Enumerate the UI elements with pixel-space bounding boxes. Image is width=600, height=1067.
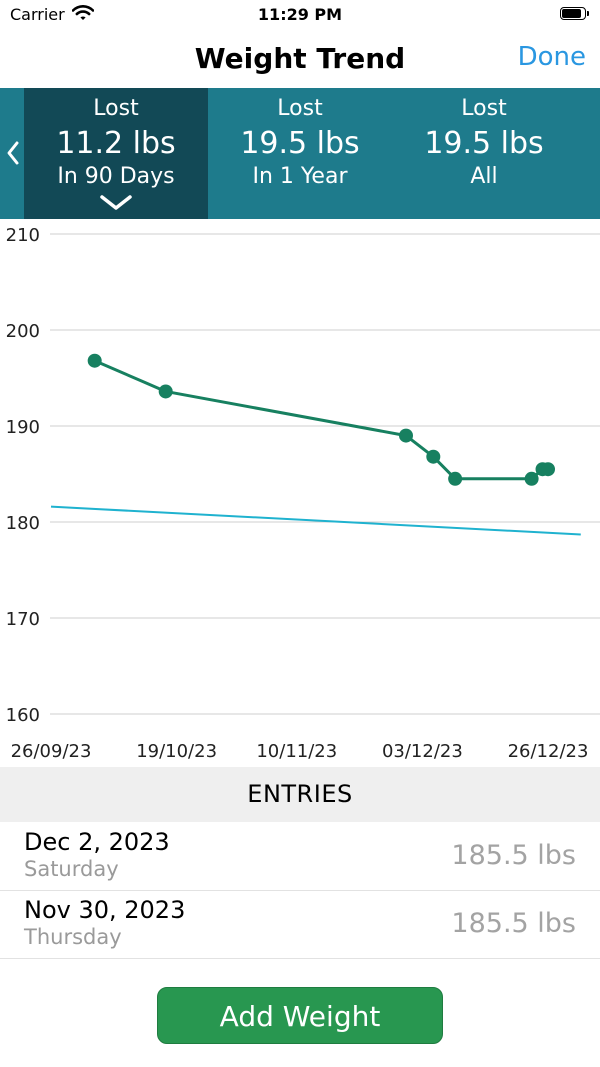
entries-header: ENTRIES (0, 767, 600, 822)
y-tick-label: 170 (6, 609, 40, 630)
weight-series-line (94, 359, 548, 481)
entry-date: Nov 30, 2023 (24, 896, 186, 924)
entry-weekday: Thursday (24, 925, 122, 949)
y-tick-label: 180 (6, 513, 40, 534)
period-value: 11.2 lbs (56, 126, 176, 161)
period-range: All (470, 164, 498, 189)
x-tick-label: 26/12/23 (508, 741, 589, 762)
trend-line (50, 505, 581, 536)
period-value: 19.5 lbs (424, 126, 544, 161)
weight-data-point (399, 428, 413, 443)
weight-data-point (158, 384, 173, 399)
done-button[interactable]: Done (518, 42, 586, 72)
chevron-left-icon (7, 141, 19, 165)
x-tick-label: 03/12/23 (382, 741, 463, 762)
chevron-down-icon (100, 195, 132, 210)
previous-period-button[interactable] (0, 88, 24, 219)
entry-weekday: Saturday (24, 857, 119, 881)
navigation-bar: Weight Trend Done (0, 32, 600, 88)
weight-data-point (448, 471, 463, 486)
battery-icon (560, 7, 590, 22)
period-value: 19.5 lbs (240, 126, 360, 161)
entry-weight: 185.5 lbs (451, 840, 576, 871)
entry-date: Dec 2, 2023 (24, 828, 170, 856)
period-all[interactable]: Lost 19.5 lbs All (392, 88, 576, 219)
page-title: Weight Trend (194, 42, 406, 75)
x-tick-label: 10/11/23 (256, 741, 337, 762)
status-bar: Carrier 11:29 PM (0, 0, 600, 32)
weight-data-point (426, 449, 441, 464)
weight-data-point (87, 353, 102, 368)
y-tick-label: 200 (6, 321, 40, 342)
entry-row[interactable]: Nov 30, 2023 Thursday 185.5 lbs (0, 890, 600, 959)
weight-chart-svg: 160 170 180 190 200 210 26/09/23 19/10/23 10/11/… (6, 225, 600, 762)
entry-row[interactable]: Dec 2, 2023 Saturday 185.5 lbs (0, 822, 600, 891)
period-caption: Lost (277, 96, 323, 121)
period-90-days[interactable]: Lost 11.2 lbs In 90 Days (24, 88, 208, 219)
period-caption: Lost (461, 96, 507, 121)
x-tick-label: 19/10/23 (136, 741, 217, 762)
weight-data-point (541, 462, 555, 477)
entry-weight: 185.5 lbs (451, 908, 576, 939)
y-tick-label: 190 (6, 417, 40, 438)
period-range: In 90 Days (57, 164, 175, 189)
y-tick-label: 210 (6, 225, 40, 246)
y-tick-label: 160 (6, 705, 40, 726)
weight-chart: 160 170 180 190 200 210 26/09/23 19/10/23 10/11/… (0, 219, 600, 767)
period-1-year[interactable]: Lost 19.5 lbs In 1 Year (208, 88, 392, 219)
x-tick-label: 26/09/23 (11, 741, 92, 762)
period-caption: Lost (93, 96, 139, 121)
period-summary-carousel: Lost 11.2 lbs In 90 Days Lost 19.5 lbs I… (0, 88, 600, 219)
add-weight-button[interactable]: Add Weight (157, 987, 443, 1044)
period-range: In 1 Year (252, 164, 348, 189)
clock: 11:29 PM (257, 5, 343, 24)
weight-data-point (524, 471, 539, 486)
